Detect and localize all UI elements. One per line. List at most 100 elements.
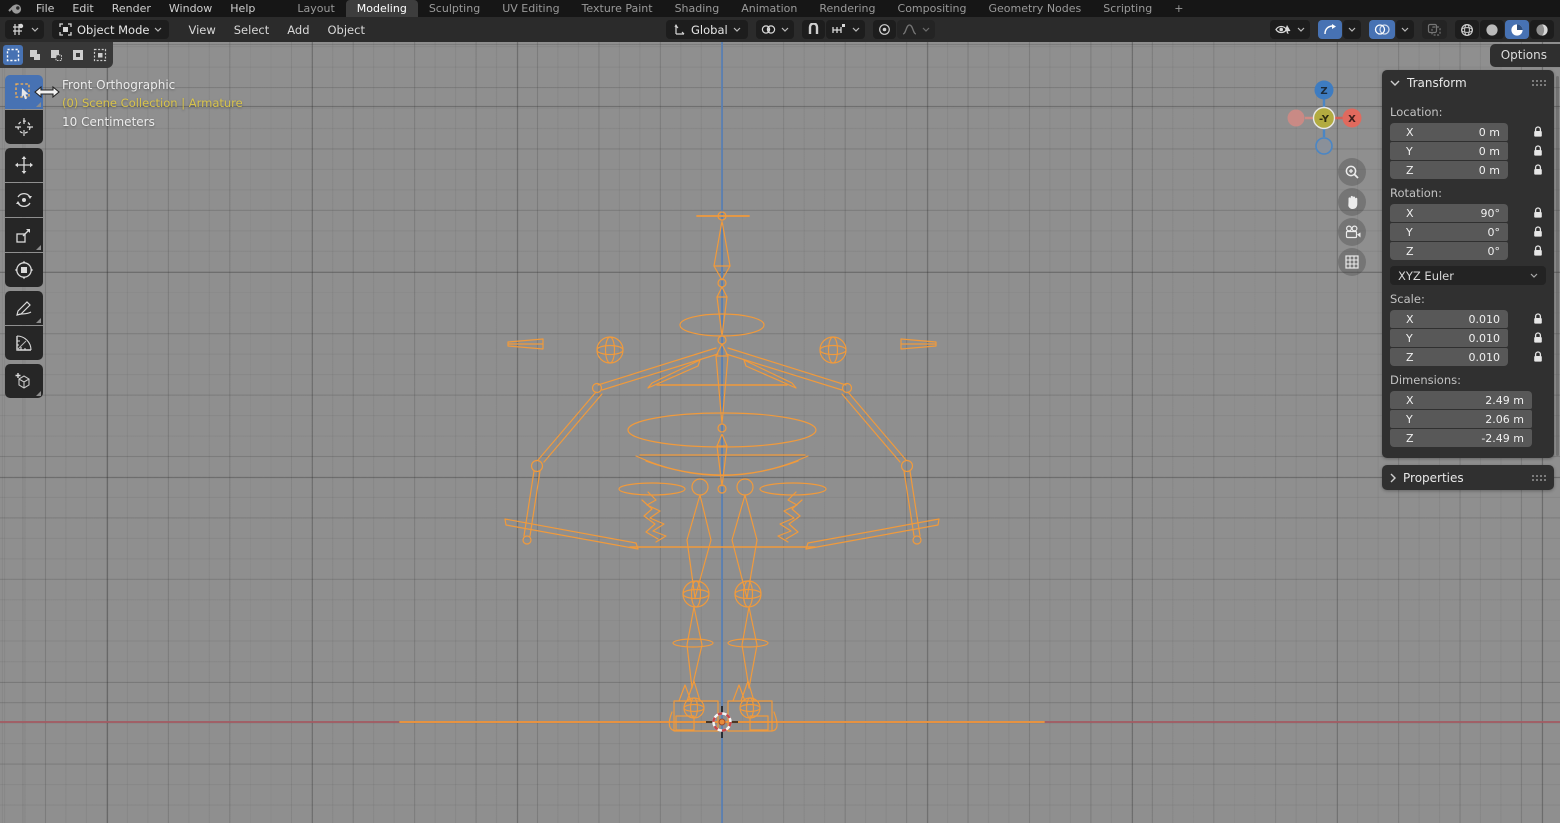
shading-material-button[interactable] — [1505, 20, 1529, 39]
lock-location-x-icon[interactable] — [1530, 126, 1546, 138]
proportional-falloff-dropdown[interactable] — [897, 20, 935, 39]
blender-logo-icon[interactable] — [8, 2, 23, 15]
dimensions-x-field[interactable]: X 2.49 m — [1390, 391, 1532, 409]
rotation-mode-dropdown[interactable]: XYZ Euler — [1390, 266, 1546, 285]
tab-geometry-nodes[interactable]: Geometry Nodes — [977, 0, 1092, 17]
gizmos-dropdown[interactable] — [1343, 20, 1361, 39]
pivot-point-dropdown[interactable] — [756, 20, 794, 39]
snap-settings-dropdown[interactable] — [826, 20, 865, 39]
select-mode-subtract[interactable] — [47, 45, 67, 65]
dimensions-z-field[interactable]: Z -2.49 m — [1390, 429, 1532, 447]
location-z-field[interactable]: Z 0 m — [1390, 161, 1508, 179]
object-mode-icon — [59, 23, 72, 36]
tool-transform[interactable] — [5, 253, 43, 287]
tab-modeling[interactable]: Modeling — [346, 0, 418, 17]
scale-z-field[interactable]: Z 0.010 — [1390, 348, 1508, 366]
tool-measure[interactable] — [5, 326, 43, 360]
tool-rotate[interactable] — [5, 183, 43, 217]
shading-rendered-button[interactable] — [1530, 20, 1554, 39]
overlays-dropdown[interactable] — [1396, 20, 1414, 39]
tool-cursor[interactable] — [5, 110, 43, 144]
menu-help[interactable]: Help — [221, 0, 264, 17]
menu-select[interactable]: Select — [225, 23, 278, 37]
menu-window[interactable]: Window — [160, 0, 221, 17]
editor-type-button[interactable] — [5, 20, 44, 39]
pan-button[interactable] — [1338, 188, 1366, 216]
transform-tools-group: Global — [666, 20, 935, 39]
menu-view[interactable]: View — [179, 23, 224, 37]
tab-scripting[interactable]: Scripting — [1092, 0, 1163, 17]
tab-animation[interactable]: Animation — [730, 0, 808, 17]
panel-expand-icon — [1390, 80, 1400, 86]
transform-panel-header[interactable]: Transform — [1382, 70, 1554, 96]
axis-value: 0.010 — [1469, 313, 1501, 326]
lock-rotation-z-icon[interactable] — [1530, 245, 1546, 257]
add-workspace-button[interactable]: + — [1163, 0, 1194, 17]
snap-toggle-button[interactable] — [802, 20, 825, 39]
tab-layout[interactable]: Layout — [286, 0, 345, 17]
lock-scale-y-icon[interactable] — [1530, 332, 1546, 344]
shading-solid-button[interactable] — [1480, 20, 1504, 39]
location-x-field[interactable]: X 0 m — [1390, 123, 1508, 141]
tab-sculpting[interactable]: Sculpting — [418, 0, 491, 17]
overlays-toggle[interactable] — [1369, 20, 1395, 39]
visibility-dropdown[interactable] — [1270, 20, 1310, 39]
rotation-y-field[interactable]: Y 0° — [1390, 223, 1508, 241]
gizmo-z-axis[interactable]: Z — [1315, 81, 1334, 100]
select-mode-extend[interactable] — [25, 45, 45, 65]
gizmo-z-negative[interactable] — [1316, 138, 1332, 154]
tab-rendering[interactable]: Rendering — [808, 0, 886, 17]
gizmo-x-negative[interactable] — [1288, 110, 1305, 127]
tab-shading[interactable]: Shading — [664, 0, 731, 17]
location-y-field[interactable]: Y 0 m — [1390, 142, 1508, 160]
gizmo-x-axis[interactable]: X — [1343, 109, 1362, 128]
tab-compositing[interactable]: Compositing — [887, 0, 978, 17]
xray-icon — [1427, 23, 1442, 36]
lock-scale-z-icon[interactable] — [1530, 351, 1546, 363]
properties-panel[interactable]: Properties — [1382, 465, 1554, 490]
tool-scale[interactable] — [5, 218, 43, 252]
lock-rotation-x-icon[interactable] — [1530, 207, 1546, 219]
lock-rotation-y-icon[interactable] — [1530, 226, 1546, 238]
axis-value: 0.010 — [1469, 332, 1501, 345]
tool-annotate[interactable] — [5, 291, 43, 325]
rotation-section-label: Rotation: — [1390, 186, 1546, 200]
toggle-ortho-button[interactable] — [1338, 248, 1366, 276]
scale-y-field[interactable]: Y 0.010 — [1390, 329, 1508, 347]
rotation-z-field[interactable]: Z 0° — [1390, 242, 1508, 260]
tool-options-button[interactable]: Options — [1490, 44, 1560, 67]
panel-grip-handle[interactable] — [1531, 79, 1546, 87]
zoom-button[interactable] — [1338, 158, 1366, 186]
armature-object[interactable] — [395, 200, 1055, 760]
orientation-dropdown[interactable]: Global — [666, 20, 748, 39]
lock-location-z-icon[interactable] — [1530, 164, 1546, 176]
scale-x-field[interactable]: X 0.010 — [1390, 310, 1508, 328]
rotation-x-field[interactable]: X 90° — [1390, 204, 1508, 222]
tool-move[interactable] — [5, 148, 43, 182]
lock-scale-x-icon[interactable] — [1530, 313, 1546, 325]
proportional-edit-toggle[interactable] — [873, 20, 896, 39]
xray-toggle[interactable] — [1422, 20, 1447, 39]
shading-wireframe-button[interactable] — [1455, 20, 1479, 39]
menu-edit[interactable]: Edit — [63, 0, 102, 17]
panel-grip-handle[interactable] — [1531, 474, 1546, 482]
select-mode-invert[interactable] — [68, 45, 88, 65]
mode-dropdown[interactable]: Object Mode — [52, 20, 169, 39]
tab-uv-editing[interactable]: UV Editing — [491, 0, 570, 17]
camera-view-button[interactable] — [1338, 218, 1366, 246]
select-mode-intersect[interactable] — [90, 45, 110, 65]
menu-add[interactable]: Add — [278, 23, 318, 37]
3d-viewport[interactable]: Options — [0, 42, 1560, 823]
menu-render[interactable]: Render — [103, 0, 160, 17]
dimensions-y-field[interactable]: Y 2.06 m — [1390, 410, 1532, 428]
menu-object[interactable]: Object — [319, 23, 374, 37]
tab-texture-paint[interactable]: Texture Paint — [571, 0, 664, 17]
gizmo-y-negative[interactable]: -Y — [1314, 108, 1335, 129]
menu-file[interactable]: File — [27, 0, 63, 17]
lock-location-y-icon[interactable] — [1530, 145, 1546, 157]
sidebar-scrollbar[interactable] — [1556, 76, 1559, 456]
navigation-gizmo[interactable]: Z X -Y — [1284, 78, 1364, 158]
tool-add-primitive[interactable] — [5, 364, 43, 398]
select-mode-set[interactable] — [3, 45, 23, 65]
gizmos-toggle[interactable] — [1318, 20, 1342, 39]
